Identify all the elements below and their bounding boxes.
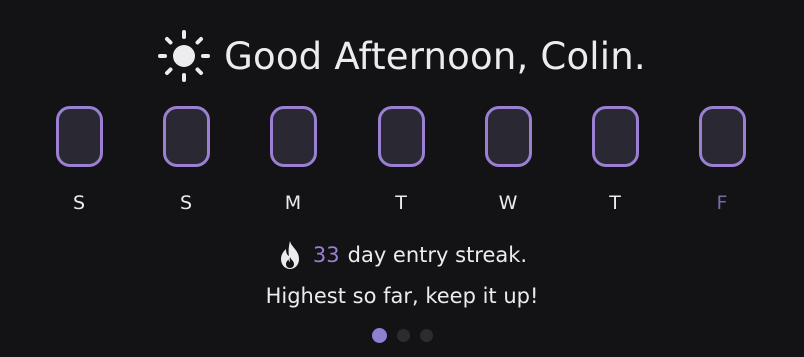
- page-indicator: [0, 328, 804, 343]
- streak-line: 33 day entry streak.: [0, 240, 804, 270]
- day-friday-today[interactable]: F: [692, 106, 752, 214]
- day-letter: W: [498, 192, 518, 214]
- day-letter: T: [395, 192, 407, 214]
- day-letter: S: [179, 192, 193, 214]
- day-tuesday[interactable]: T: [371, 106, 431, 214]
- day-letter: M: [284, 192, 302, 214]
- day-thursday[interactable]: T: [585, 106, 645, 214]
- day-entry-pill[interactable]: [269, 106, 317, 167]
- streak-text: day entry streak.: [347, 243, 528, 267]
- greeting-text: Good Afternoon, Colin.: [224, 34, 646, 78]
- sun-icon: [158, 30, 211, 82]
- day-letter: S: [72, 192, 86, 214]
- flame-icon: [280, 241, 299, 269]
- day-letter: F: [716, 192, 728, 214]
- week-tracker: S S M T W T F: [0, 106, 804, 226]
- day-sunday[interactable]: S: [49, 106, 109, 214]
- day-entry-pill[interactable]: [484, 106, 532, 167]
- day-wednesday[interactable]: W: [478, 106, 538, 214]
- day-entry-pill[interactable]: [377, 106, 425, 167]
- greeting-header: Good Afternoon, Colin.: [0, 30, 804, 82]
- day-monday[interactable]: M: [263, 106, 323, 214]
- streak-count: 33: [312, 243, 340, 267]
- page-dot[interactable]: [419, 329, 433, 342]
- day-entry-pill[interactable]: [162, 106, 210, 167]
- day-entry-pill[interactable]: [591, 106, 639, 167]
- day-entry-pill[interactable]: [55, 106, 103, 167]
- day-letter: T: [609, 192, 621, 214]
- page-dot-active[interactable]: [371, 328, 387, 343]
- day-saturday[interactable]: S: [156, 106, 216, 214]
- motivation-text: Highest so far, keep it up!: [265, 284, 539, 308]
- page-dot[interactable]: [396, 329, 410, 342]
- home-screen: Good Afternoon, Colin. S S M T W T F 33 …: [0, 0, 804, 357]
- day-entry-pill[interactable]: [698, 106, 746, 167]
